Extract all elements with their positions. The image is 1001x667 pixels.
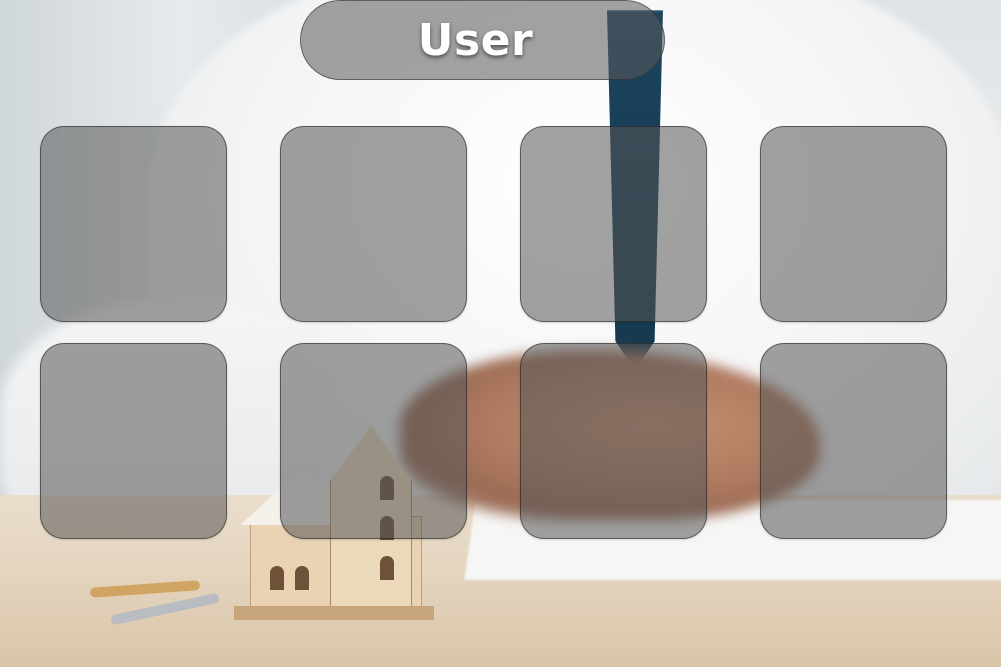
background-keys — [89, 578, 220, 628]
grid-tile-2[interactable] — [280, 126, 467, 322]
grid-tile-8[interactable] — [760, 343, 947, 539]
grid-tile-5[interactable] — [40, 343, 227, 539]
grid-tile-4[interactable] — [760, 126, 947, 322]
title-banner: User — [300, 0, 665, 80]
grid-tile-6[interactable] — [280, 343, 467, 539]
grid-tile-3[interactable] — [520, 126, 707, 322]
page-title: User — [417, 14, 534, 66]
grid-tile-7[interactable] — [520, 343, 707, 539]
grid-tile-1[interactable] — [40, 126, 227, 322]
background-photo — [0, 0, 1001, 667]
